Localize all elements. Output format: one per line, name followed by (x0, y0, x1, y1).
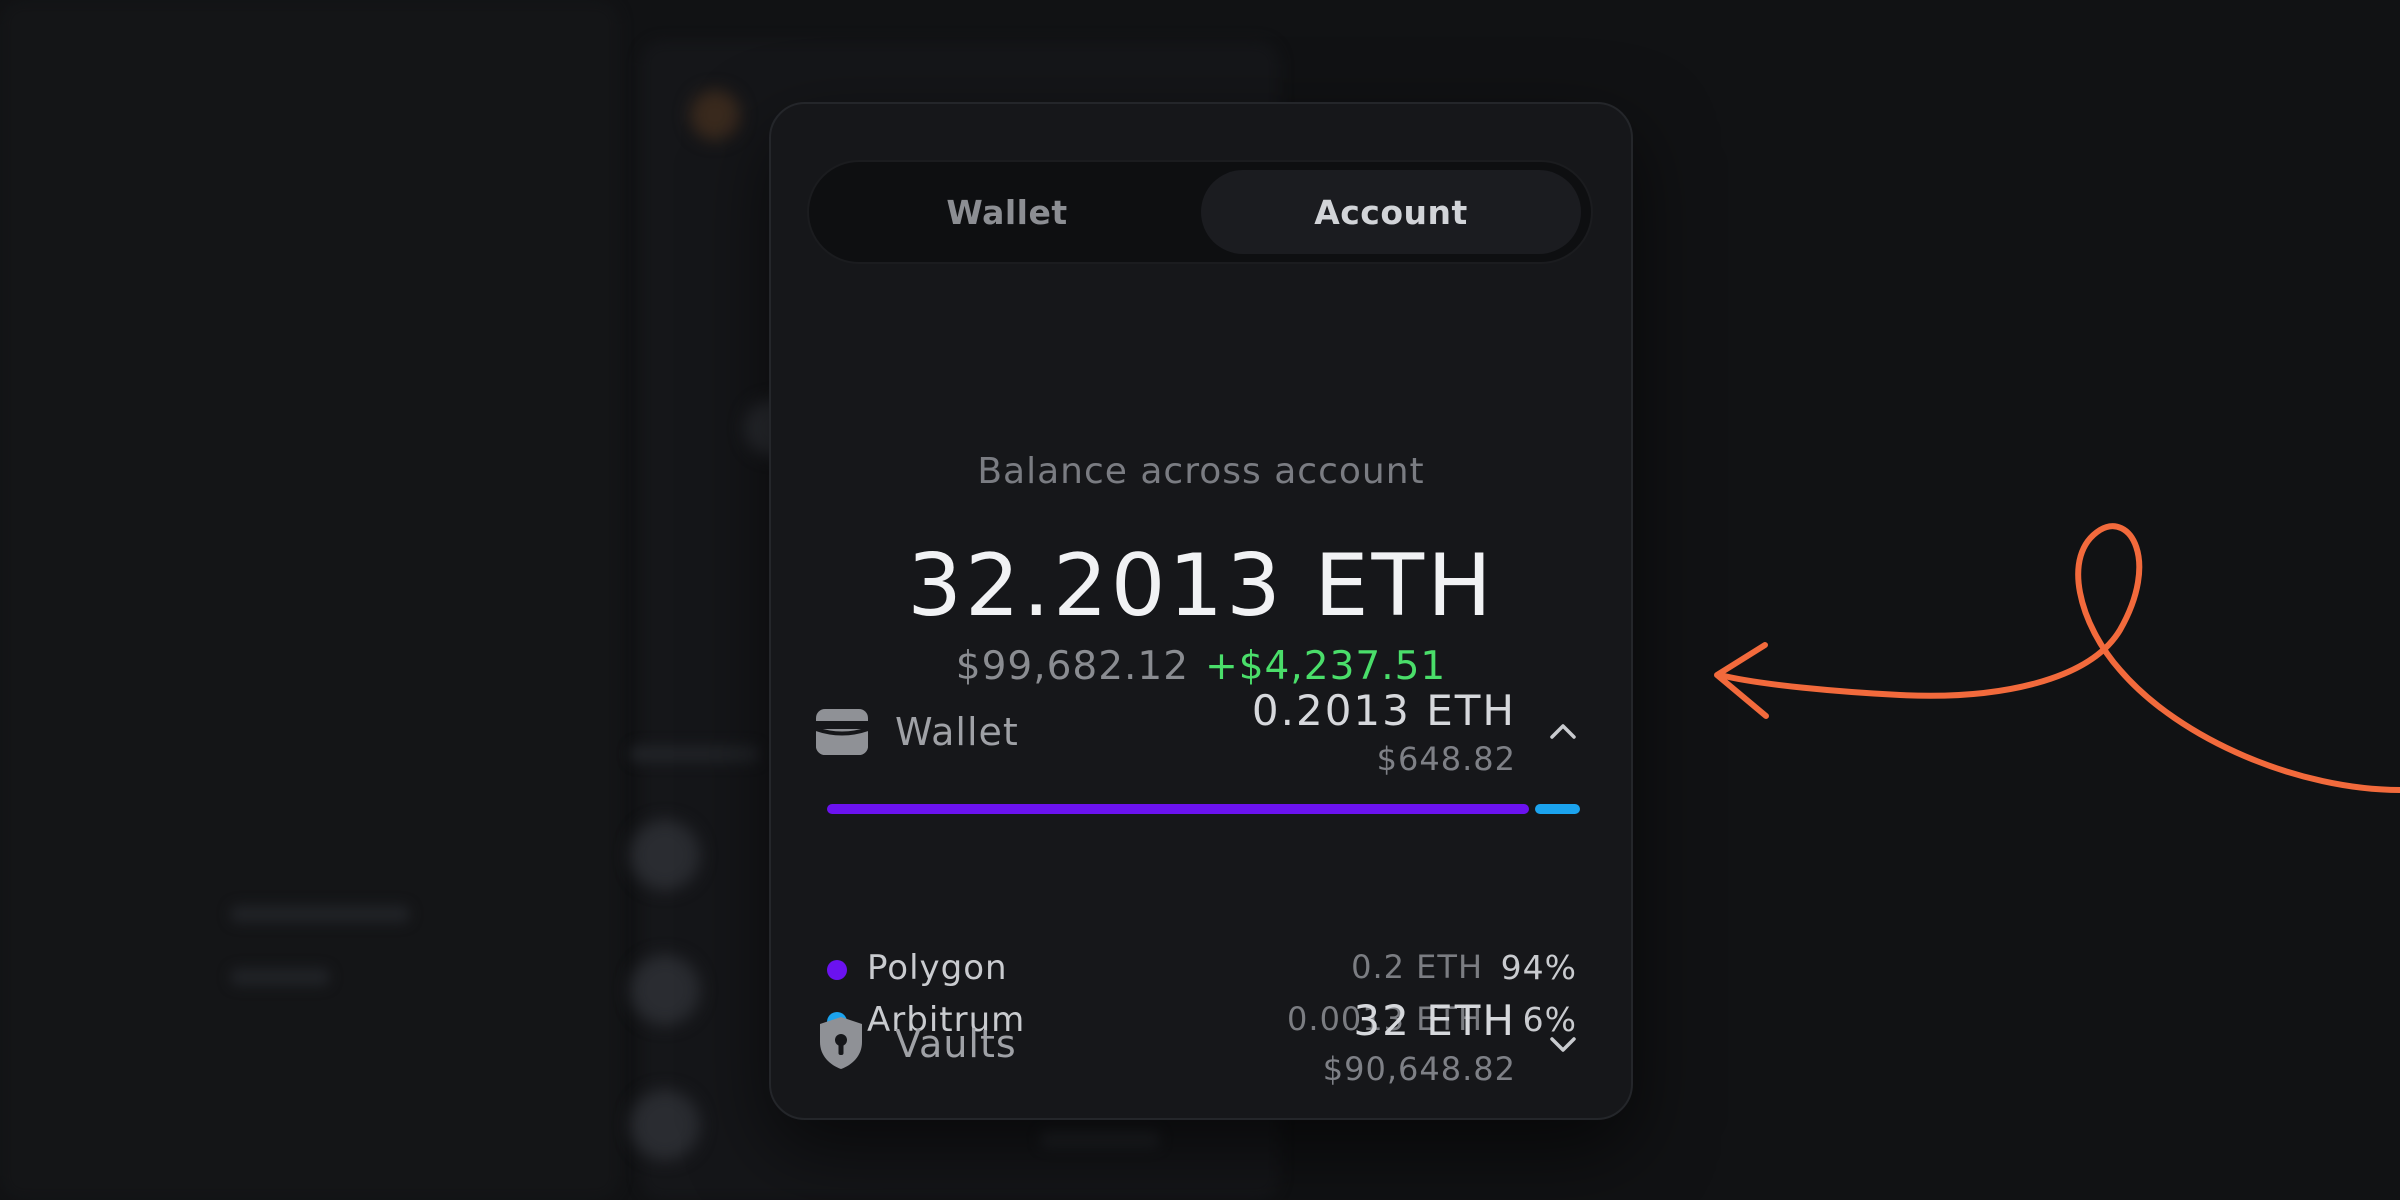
balance-card: Wallet Account Balance across account 32… (769, 102, 1633, 1120)
wallet-amount-eth: 0.2013 ETH (1251, 686, 1516, 735)
polygon-dot (827, 960, 847, 980)
chevron-down-icon[interactable] (1549, 1036, 1577, 1054)
tab-wallet[interactable]: Wallet (817, 170, 1197, 254)
balance-usd-row: $99,682.12 +$4,237.51 (771, 644, 1631, 689)
total-balance-eth: 32.2013 ETH (907, 536, 1495, 636)
bar-segment-arbitrum (1535, 804, 1580, 814)
balance-change: +$4,237.51 (1205, 644, 1447, 689)
background-avatar (690, 90, 740, 140)
background-avatar (630, 820, 700, 890)
background-sidebar (0, 0, 620, 1200)
background-avatar (630, 955, 700, 1025)
chain-distribution-bar (827, 804, 1580, 814)
background-text (230, 905, 410, 923)
vaults-amount-eth: 32 ETH (1353, 996, 1516, 1045)
background-text (230, 968, 330, 986)
annotation-arrow-icon (1714, 523, 2400, 793)
wallet-icon (815, 709, 869, 755)
background-text (1040, 1130, 1160, 1148)
wallet-section-label: Wallet (895, 710, 1019, 754)
chain-percent: 94% (1500, 948, 1577, 987)
background-text (630, 745, 760, 763)
chain-row-polygon: Polygon 0.2 ETH 94% (827, 948, 1577, 992)
chain-percent: 6% (1522, 1000, 1577, 1039)
chain-eth: 0.2 ETH (1351, 948, 1483, 986)
chevron-up-icon[interactable] (1549, 722, 1577, 740)
view-toggle: Wallet Account (807, 160, 1593, 264)
balance-subtitle: Balance across account (977, 451, 1425, 492)
wallet-amount-usd: $648.82 (1376, 740, 1516, 778)
background-avatar (630, 1090, 700, 1160)
vaults-amount-usd: $90,648.82 (1322, 1050, 1516, 1088)
shield-lock-icon (820, 1017, 862, 1069)
bar-segment-polygon (827, 804, 1529, 814)
vaults-section-label: Vaults (895, 1022, 1017, 1066)
total-balance-usd: $99,682.12 (955, 644, 1190, 689)
tab-account[interactable]: Account (1201, 170, 1581, 254)
chain-name: Polygon (867, 948, 1008, 988)
